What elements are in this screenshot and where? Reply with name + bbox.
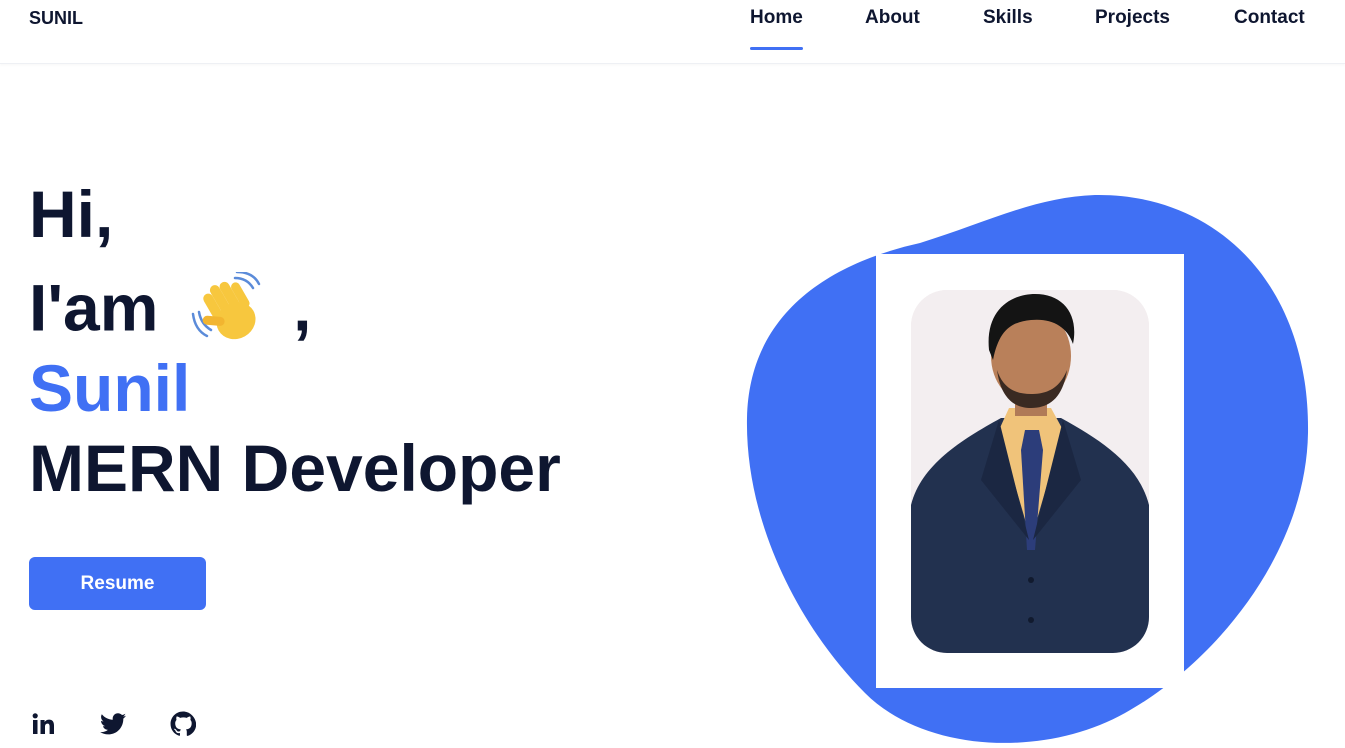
github-icon[interactable] xyxy=(167,708,199,740)
linkedin-icon[interactable] xyxy=(27,708,59,740)
nav-home[interactable]: Home xyxy=(750,7,803,50)
hero-intro-comma: , xyxy=(293,270,312,345)
hero-intro: I'am xyxy=(29,270,159,345)
nav-about[interactable]: About xyxy=(865,7,920,29)
waving-hand-icon xyxy=(191,270,267,354)
nav-contact[interactable]: Contact xyxy=(1234,7,1305,29)
site-header: SUNIL Home About Skills Projects Contact xyxy=(0,0,1345,64)
twitter-icon[interactable] xyxy=(97,708,129,740)
nav-skills[interactable]: Skills xyxy=(983,7,1033,29)
resume-button[interactable]: Resume xyxy=(29,557,206,610)
hero-name: Sunil xyxy=(29,351,191,425)
hero-greeting: Hi, xyxy=(29,177,114,251)
nav-projects[interactable]: Projects xyxy=(1095,7,1170,29)
main-nav: Home About Skills Projects Contact xyxy=(0,7,1345,64)
profile-photo xyxy=(911,290,1149,653)
hero-role: MERN Developer xyxy=(29,431,561,505)
hero-intro-line: I'am , xyxy=(29,270,312,354)
